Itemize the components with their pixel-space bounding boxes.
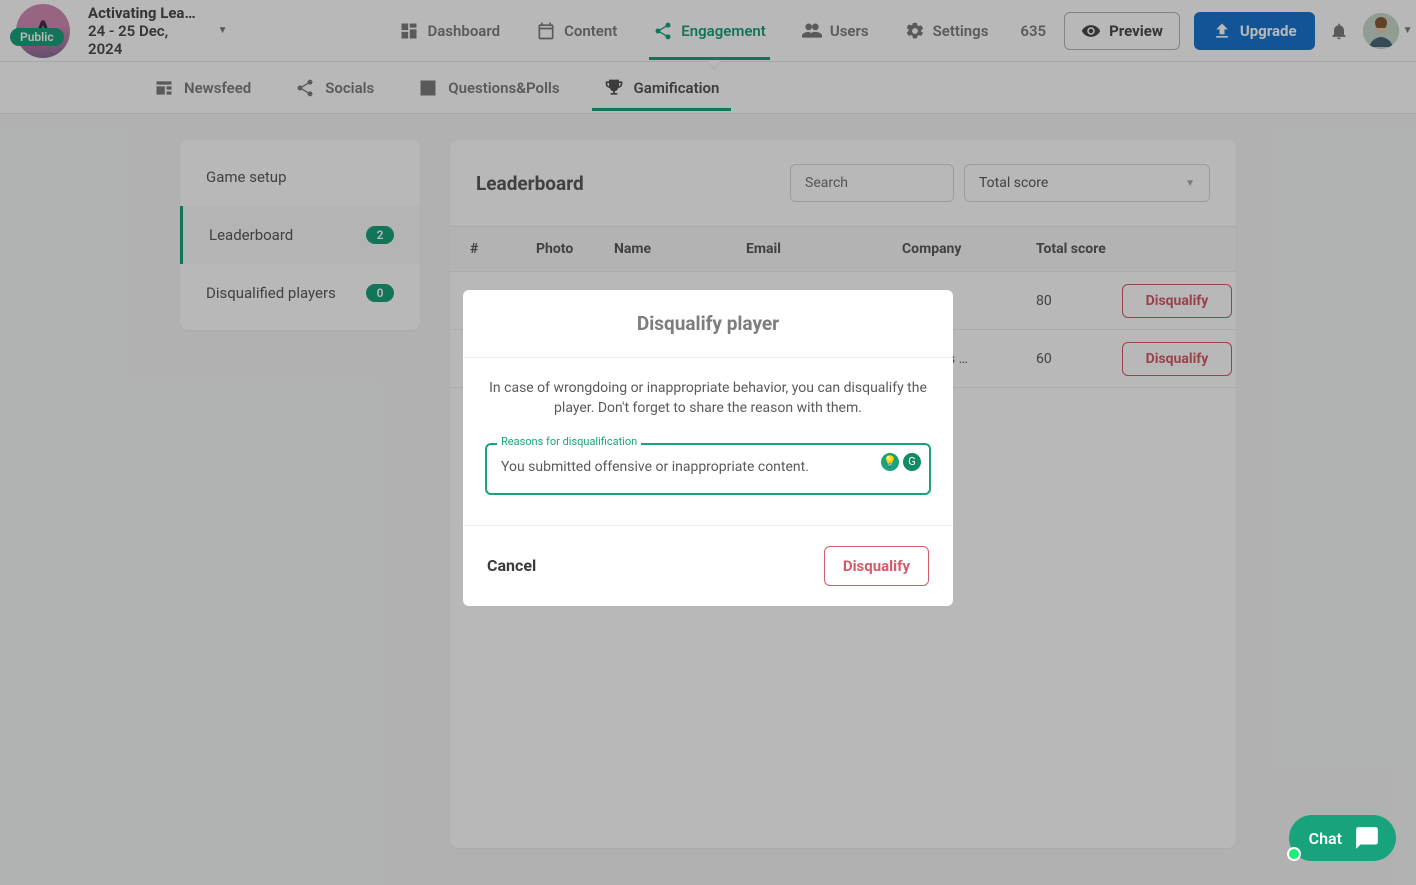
chat-widget[interactable]: Chat [1289,815,1396,861]
status-indicator-icon [1287,847,1301,861]
field-icons: 💡 G [881,453,921,471]
lightbulb-icon[interactable]: 💡 [881,453,899,471]
reason-field-wrap: Reasons for disqualification 💡 G [485,443,931,499]
chat-label: Chat [1309,829,1342,848]
cancel-button[interactable]: Cancel [487,556,536,575]
chat-icon [1354,825,1380,851]
confirm-disqualify-button[interactable]: Disqualify [824,546,929,586]
reason-label: Reasons for disqualification [497,435,641,448]
disqualify-modal: Disqualify player In case of wrongdoing … [463,290,953,606]
modal-description: In case of wrongdoing or inappropriate b… [485,378,931,419]
reason-textarea[interactable] [485,443,931,495]
modal-overlay[interactable]: Disqualify player In case of wrongdoing … [0,0,1416,885]
grammarly-icon[interactable]: G [903,453,921,471]
modal-title: Disqualify player [463,290,953,358]
modal-body: In case of wrongdoing or inappropriate b… [463,358,953,525]
modal-footer: Cancel Disqualify [463,525,953,606]
